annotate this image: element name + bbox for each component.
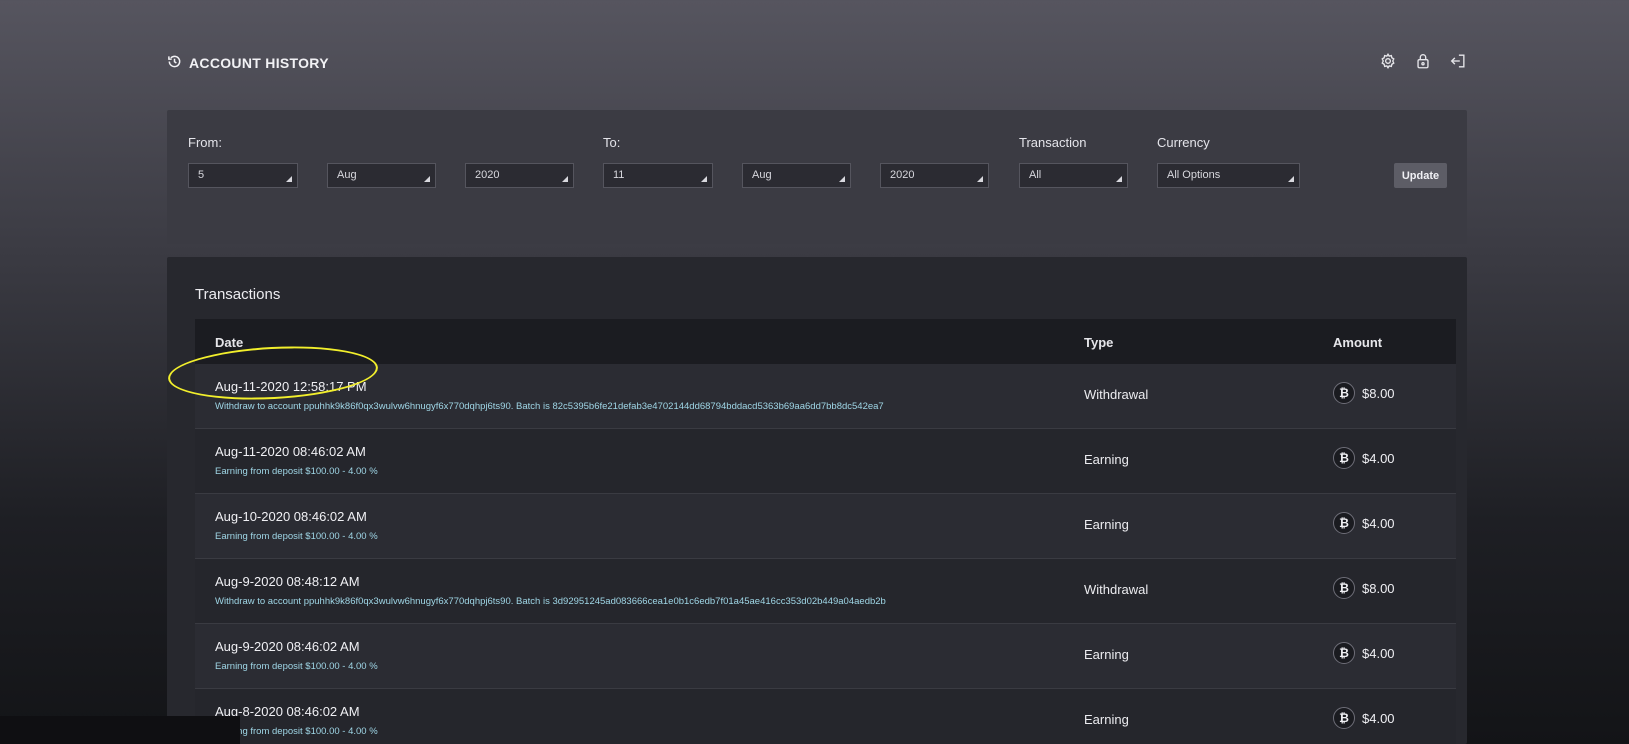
row-date: Aug-11-2020 12:58:17 PM — [215, 379, 367, 394]
row-amount-value: $4.00 — [1362, 515, 1395, 531]
bitcoin-icon: ₿ — [1333, 642, 1355, 664]
table-row[interactable]: Aug-8-2020 08:46:02 AM Earning from depo… — [195, 689, 1456, 744]
row-type: Earning — [1084, 517, 1129, 532]
row-description: Earning from deposit $100.00 - 4.00 % — [215, 661, 378, 672]
row-amount-value: $4.00 — [1362, 710, 1395, 726]
row-amount-value: $8.00 — [1362, 385, 1395, 401]
column-date: Date — [215, 335, 244, 350]
to-year-select[interactable]: 2020 — [880, 163, 989, 188]
gear-icon[interactable] — [1379, 52, 1397, 70]
to-day-select[interactable]: 11 — [603, 163, 713, 188]
transactions-heading: Transactions — [195, 286, 281, 303]
table-row[interactable]: Aug-11-2020 08:46:02 AM Earning from dep… — [195, 429, 1456, 494]
bottom-strip — [0, 716, 240, 744]
table-body: Aug-11-2020 12:58:17 PM Withdraw to acco… — [195, 364, 1456, 744]
transactions-panel: Transactions Date Type Amount Aug-11-202… — [167, 257, 1467, 744]
from-year-select[interactable]: 2020 — [465, 163, 574, 188]
table-row[interactable]: Aug-9-2020 08:46:02 AM Earning from depo… — [195, 624, 1456, 689]
row-amount: ₿ $4.00 — [1333, 512, 1395, 534]
lock-icon[interactable] — [1414, 52, 1432, 70]
row-type: Withdrawal — [1084, 582, 1149, 597]
filter-panel: From: 5 Aug 2020 To: 11 Aug 2020 Transac… — [167, 110, 1467, 244]
row-date: Aug-9-2020 08:48:12 AM — [215, 574, 360, 589]
logout-icon[interactable] — [1449, 52, 1467, 70]
table-header: Date Type Amount — [195, 319, 1456, 364]
column-amount: Amount — [1333, 335, 1383, 350]
row-amount-value: $4.00 — [1362, 645, 1395, 661]
row-amount-value: $4.00 — [1362, 450, 1395, 466]
from-month-select[interactable]: Aug — [327, 163, 436, 188]
bitcoin-icon: ₿ — [1333, 447, 1355, 469]
transaction-select[interactable]: All — [1019, 163, 1128, 188]
row-description: Withdraw to account ppuhhk9k86f0qx3wulvw… — [215, 596, 886, 607]
row-amount: ₿ $4.00 — [1333, 447, 1395, 469]
row-date: Aug-9-2020 08:46:02 AM — [215, 639, 360, 654]
history-icon — [167, 54, 182, 72]
to-month-select[interactable]: Aug — [742, 163, 851, 188]
bitcoin-icon: ₿ — [1333, 512, 1355, 534]
bitcoin-icon: ₿ — [1333, 707, 1355, 729]
update-button[interactable]: Update — [1394, 163, 1447, 188]
row-type: Earning — [1084, 712, 1129, 727]
row-description: Withdraw to account ppuhhk9k86f0qx3wulvw… — [215, 401, 884, 412]
row-amount: ₿ $8.00 — [1333, 577, 1395, 599]
row-amount: ₿ $4.00 — [1333, 707, 1395, 729]
row-date: Aug-11-2020 08:46:02 AM — [215, 444, 366, 459]
page-title-text: ACCOUNT HISTORY — [189, 55, 329, 71]
bitcoin-icon: ₿ — [1333, 382, 1355, 404]
currency-select[interactable]: All Options — [1157, 163, 1300, 188]
from-day-select[interactable]: 5 — [188, 163, 298, 188]
column-type: Type — [1084, 335, 1114, 350]
transactions-table: Date Type Amount Aug-11-2020 12:58:17 PM… — [195, 319, 1456, 744]
transaction-label: Transaction — [1019, 135, 1087, 150]
row-date: Aug-10-2020 08:46:02 AM — [215, 509, 367, 524]
currency-label: Currency — [1157, 135, 1210, 150]
row-amount: ₿ $4.00 — [1333, 642, 1395, 664]
from-label: From: — [188, 135, 222, 150]
to-label: To: — [603, 135, 621, 150]
table-row[interactable]: Aug-9-2020 08:48:12 AM Withdraw to accou… — [195, 559, 1456, 624]
row-type: Earning — [1084, 647, 1129, 662]
row-type: Earning — [1084, 452, 1129, 467]
table-row[interactable]: Aug-10-2020 08:46:02 AM Earning from dep… — [195, 494, 1456, 559]
bitcoin-icon: ₿ — [1333, 577, 1355, 599]
row-description: Earning from deposit $100.00 - 4.00 % — [215, 531, 378, 542]
row-amount: ₿ $8.00 — [1333, 382, 1395, 404]
row-type: Withdrawal — [1084, 387, 1149, 402]
page-header: ACCOUNT HISTORY — [167, 46, 1467, 80]
table-row[interactable]: Aug-11-2020 12:58:17 PM Withdraw to acco… — [195, 364, 1456, 429]
row-description: Earning from deposit $100.00 - 4.00 % — [215, 466, 378, 477]
page-title: ACCOUNT HISTORY — [167, 54, 329, 72]
row-amount-value: $8.00 — [1362, 580, 1395, 596]
